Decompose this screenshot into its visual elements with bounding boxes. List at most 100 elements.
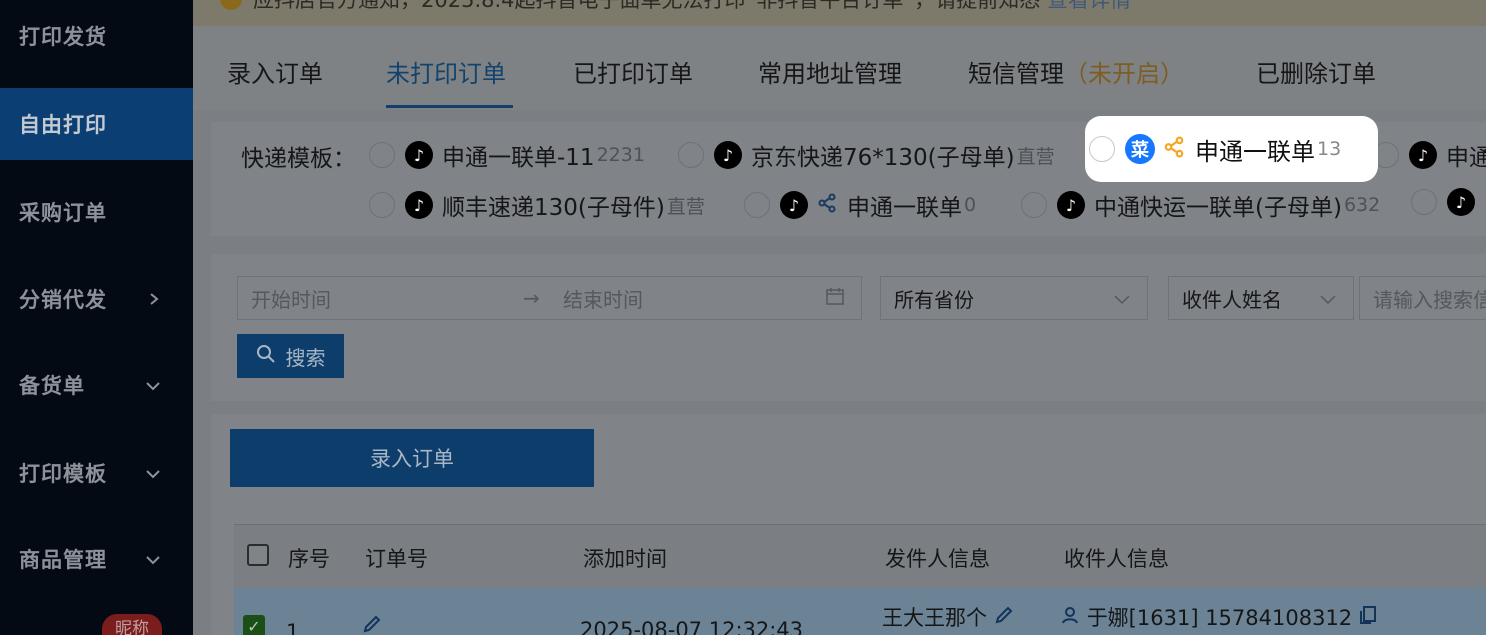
order-table: 序号 订单号 添加时间 发件人信息 收件人信息 ✓ 1 2025-08-07 1… <box>234 524 1486 635</box>
sidebar-item-print-templates[interactable]: 打印模板 <box>0 437 193 509</box>
edit-icon[interactable] <box>362 614 382 635</box>
column-header: 发件人信息 <box>885 547 990 571</box>
share-icon <box>1163 136 1185 163</box>
tab-printed-orders[interactable]: 已打印订单 <box>573 54 693 89</box>
template-option[interactable]: ♪ 京东快递76*130(子母单) 直营 <box>678 138 1055 172</box>
tab-sms-management[interactable]: 短信管理（未开启） <box>968 54 1184 89</box>
chevron-down-icon <box>145 461 161 485</box>
search-field-value: 收件人姓名 <box>1182 287 1282 312</box>
sidebar-item-label: 采购订单 <box>19 201 107 225</box>
column-header: 收件人信息 <box>1064 547 1169 571</box>
sidebar-item-label: 分销代发 <box>19 288 107 312</box>
arrow-icon: → <box>523 286 540 310</box>
keyword-input[interactable]: 请输入搜索信息 <box>1359 276 1486 320</box>
template-name: 中通快运一联单(子母单) <box>1094 195 1342 221</box>
date-range-picker[interactable]: 开始时间 → 结束时间 <box>237 276 862 320</box>
radio-button[interactable] <box>369 192 395 218</box>
sms-status: （未开启） <box>1064 60 1184 88</box>
template-name: 申通一联单 <box>847 195 962 221</box>
template-option[interactable]: ♪ 顺丰速递130(子母件) 直营 <box>369 188 705 222</box>
tab-unprinted-orders[interactable]: 未打印订单 <box>386 54 506 89</box>
douyin-icon: ♪ <box>405 141 433 169</box>
sidebar-item-label: 备货单 <box>19 374 85 398</box>
tab-enter-order[interactable]: 录入订单 <box>227 54 323 89</box>
douyin-icon: ♪ <box>780 191 808 219</box>
template-name: 顺丰速递130(子母件) <box>442 195 665 221</box>
calendar-icon <box>825 286 845 311</box>
warning-icon <box>220 0 242 10</box>
sidebar-item-stock-list[interactable]: 备货单 <box>0 349 193 421</box>
radio-button[interactable] <box>1411 189 1437 215</box>
template-name: 申通一联单 <box>1195 137 1315 166</box>
radio-button[interactable] <box>744 192 770 218</box>
sidebar-item-distribution[interactable]: 分销代发 <box>0 263 193 335</box>
table-header: 序号 订单号 添加时间 发件人信息 收件人信息 <box>234 524 1486 588</box>
copy-icon[interactable] <box>1359 606 1377 630</box>
template-option[interactable]: ♪ 中通快运一联单(子母单) 632 <box>1021 188 1380 222</box>
template-count: 632 <box>1343 194 1381 216</box>
sidebar-item-label: 打印发货 <box>19 25 107 49</box>
sidebar-item-print-ship[interactable]: 打印发货 <box>0 0 193 72</box>
template-name: 申通一联单-11 <box>442 145 595 171</box>
template-label: 快递模板： <box>241 146 356 172</box>
radio-button[interactable] <box>369 142 395 168</box>
search-field-select[interactable]: 收件人姓名 <box>1168 276 1354 320</box>
row-index: 1 <box>286 620 300 635</box>
search-icon <box>256 344 276 369</box>
douyin-icon: ♪ <box>1057 191 1085 219</box>
douyin-icon: ♪ <box>714 141 742 169</box>
template-option-highlighted[interactable]: 菜 申通一联单 13 <box>1085 116 1378 182</box>
template-option[interactable]: ♪ 申通一联单 0 <box>744 188 976 222</box>
template-option[interactable]: ♪ <box>1411 188 1484 216</box>
template-option[interactable]: ♪ 申通一联单-11 2231 <box>369 138 645 172</box>
douyin-icon: ♪ <box>1447 188 1475 216</box>
province-value: 所有省份 <box>894 287 974 312</box>
active-tab-indicator <box>386 105 513 108</box>
row-recipient: 于娜[1631] 15784108312 <box>1060 602 1377 632</box>
radio-button[interactable] <box>678 142 704 168</box>
start-date-input[interactable]: 开始时间 <box>251 284 331 313</box>
template-name: 京东快递76*130(子母单) <box>751 145 1015 171</box>
sidebar-item-label: 商品管理 <box>19 548 107 572</box>
tab-deleted-orders[interactable]: 已删除订单 <box>1256 54 1376 89</box>
row-checkbox[interactable]: ✓ <box>243 615 265 635</box>
radio-button[interactable] <box>1021 192 1047 218</box>
douyin-icon: ♪ <box>1409 141 1437 169</box>
template-count: 13 <box>1317 138 1342 160</box>
column-header: 订单号 <box>365 547 428 571</box>
edit-icon[interactable] <box>994 606 1014 630</box>
add-order-button[interactable]: 录入订单 <box>230 429 594 487</box>
tab-address-management[interactable]: 常用地址管理 <box>758 54 902 89</box>
search-label: 搜索 <box>285 345 326 370</box>
chevron-down-icon <box>1319 286 1337 310</box>
table-row[interactable]: ✓ 1 2025-08-07 12:32:43 王大王那个 于娜[1631] 1… <box>234 588 1486 635</box>
search-button[interactable]: 搜索 <box>237 334 344 378</box>
end-date-input[interactable]: 结束时间 <box>563 284 643 313</box>
notice-message: 应抖店官方通知，2025.8.4起抖音电子面单无法打印“非抖音平台订单”，请提前… <box>253 0 1041 12</box>
template-count: 直营 <box>666 195 705 218</box>
column-header: 添加时间 <box>583 547 667 571</box>
radio-button[interactable] <box>1089 136 1115 162</box>
row-sender: 王大王那个 <box>882 602 1014 632</box>
main-area: 应抖店官方通知，2025.8.4起抖音电子面单无法打印“非抖音平台订单”，请提前… <box>193 0 1486 635</box>
sender-name: 王大王那个 <box>882 606 987 630</box>
select-all-checkbox[interactable] <box>247 544 269 566</box>
nickname-badge[interactable]: 昵称 <box>102 614 162 635</box>
keyword-placeholder: 请输入搜索信息 <box>1373 287 1486 312</box>
tab-label: 短信管理 <box>968 60 1064 88</box>
chevron-down-icon <box>145 373 161 397</box>
template-option[interactable]: ♪ 申通 <box>1373 138 1486 172</box>
sidebar-item-purchase-orders[interactable]: 采购订单 <box>0 176 193 248</box>
column-header: 序号 <box>288 547 330 571</box>
sidebar-item-free-print[interactable]: 自由打印 <box>0 88 193 160</box>
recipient-info: 于娜[1631] 15784108312 <box>1086 606 1353 630</box>
row-time: 2025-08-07 12:32:43 <box>580 618 804 635</box>
template-count: 2231 <box>596 144 645 166</box>
province-select[interactable]: 所有省份 <box>880 276 1148 320</box>
sidebar: 打印发货 自由打印 采购订单 分销代发 备货单 打印模板 商品管理 昵称 <box>0 0 193 635</box>
chevron-down-icon <box>145 547 161 571</box>
notice-link[interactable]: 查看详情 <box>1047 0 1131 12</box>
douyin-icon: ♪ <box>405 191 433 219</box>
sidebar-item-products[interactable]: 商品管理 <box>0 523 193 595</box>
template-count: 0 <box>964 194 977 216</box>
